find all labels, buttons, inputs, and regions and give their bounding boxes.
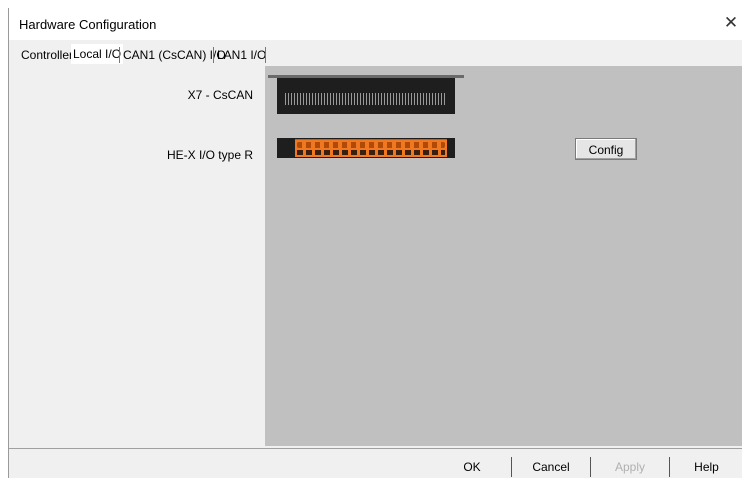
close-icon[interactable]: ✕ (721, 12, 741, 34)
tab-separator (213, 47, 214, 63)
vent-grill (285, 93, 447, 105)
tab-lan1-io[interactable]: LAN1 I/O (217, 48, 266, 62)
apply-button[interactable]: Apply (591, 457, 669, 477)
tab-controller[interactable]: Controller (21, 48, 73, 62)
hex-io-module[interactable] (277, 138, 455, 158)
terminal-block (295, 139, 447, 157)
x7-controller-module[interactable] (277, 78, 455, 114)
ok-button[interactable]: OK (433, 457, 511, 477)
terminal-slots (297, 150, 445, 155)
dialog-button-bar: OK Cancel Apply Help (9, 457, 742, 477)
module-label-panel: X7 - CsCAN HE-X I/O type R (9, 66, 265, 446)
footer-divider (9, 448, 742, 449)
tab-can1-cscan-io[interactable]: CAN1 (CsCAN) I/O (123, 48, 226, 62)
window-title: Hardware Configuration (19, 17, 157, 32)
module-label-hex-io-type-r: HE-X I/O type R (166, 148, 253, 162)
tab-local-io[interactable]: Local I/O (71, 44, 124, 64)
cancel-button[interactable]: Cancel (512, 457, 590, 477)
tab-separator (119, 47, 120, 63)
module-label-x7-cscan: X7 - CsCAN (187, 88, 253, 102)
hardware-configuration-dialog: Hardware Configuration ✕ Controller Loca… (8, 8, 742, 478)
config-button[interactable]: Config (575, 138, 637, 160)
tab-separator (265, 47, 266, 63)
device-view-panel: Config (265, 66, 742, 446)
help-button[interactable]: Help (670, 457, 742, 477)
title-bar: Hardware Configuration ✕ (9, 8, 742, 40)
terminal-screws (297, 142, 445, 148)
